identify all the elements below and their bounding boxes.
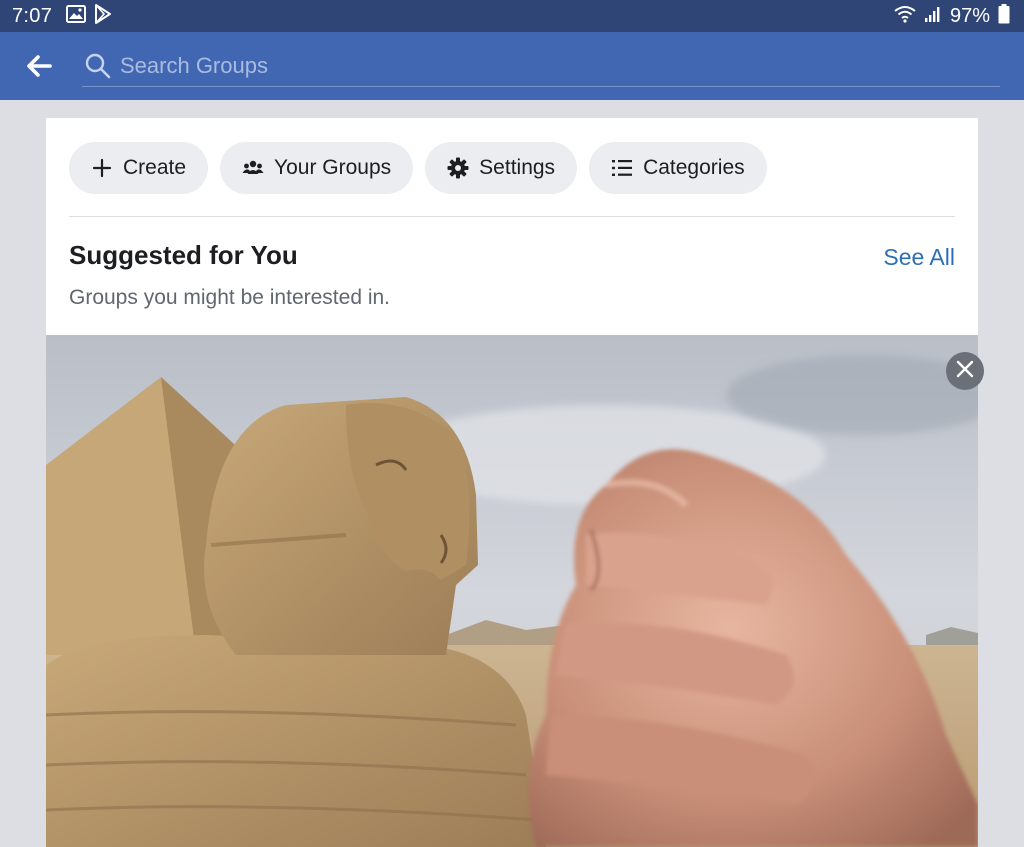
status-time: 7:07 — [12, 4, 53, 27]
list-icon — [611, 157, 633, 179]
settings-button[interactable]: Settings — [425, 142, 578, 194]
your-groups-button[interactable]: Your Groups — [220, 142, 414, 194]
battery-percentage: 97% — [949, 4, 990, 27]
wifi-icon — [894, 5, 916, 28]
close-icon — [956, 360, 974, 383]
play-store-icon — [94, 3, 112, 29]
search-underline — [82, 86, 1000, 87]
chip-row: Create Your Groups Settings Categories — [69, 142, 767, 194]
create-button[interactable]: Create — [69, 142, 209, 194]
categories-label: Categories — [643, 156, 745, 179]
categories-button[interactable]: Categories — [589, 142, 767, 194]
section-title: Suggested for You — [69, 240, 298, 270]
people-icon — [242, 157, 264, 179]
your-groups-label: Your Groups — [274, 156, 392, 179]
back-arrow-icon[interactable] — [22, 52, 56, 80]
signal-icon — [924, 5, 942, 28]
image-icon — [66, 4, 87, 28]
section-subtitle: Groups you might be interested in. — [69, 286, 391, 309]
status-left: 7:07 — [12, 3, 112, 29]
suggested-group-image[interactable] — [46, 335, 978, 847]
status-bar: 7:07 97% — [0, 0, 1024, 32]
search-header — [0, 32, 1024, 100]
divider — [69, 216, 955, 217]
see-all-link[interactable]: See All — [883, 244, 955, 271]
gear-icon — [447, 157, 469, 179]
battery-icon — [998, 3, 1010, 29]
groups-card: Create Your Groups Settings Categories S… — [46, 118, 978, 335]
search-input[interactable] — [120, 48, 980, 84]
plus-icon — [91, 157, 113, 179]
search-icon — [84, 52, 112, 80]
dismiss-suggestion-button[interactable] — [946, 352, 984, 390]
settings-label: Settings — [479, 156, 556, 179]
status-right: 97% — [894, 3, 1010, 29]
sphinx-photo — [46, 335, 978, 847]
create-label: Create — [123, 156, 187, 179]
